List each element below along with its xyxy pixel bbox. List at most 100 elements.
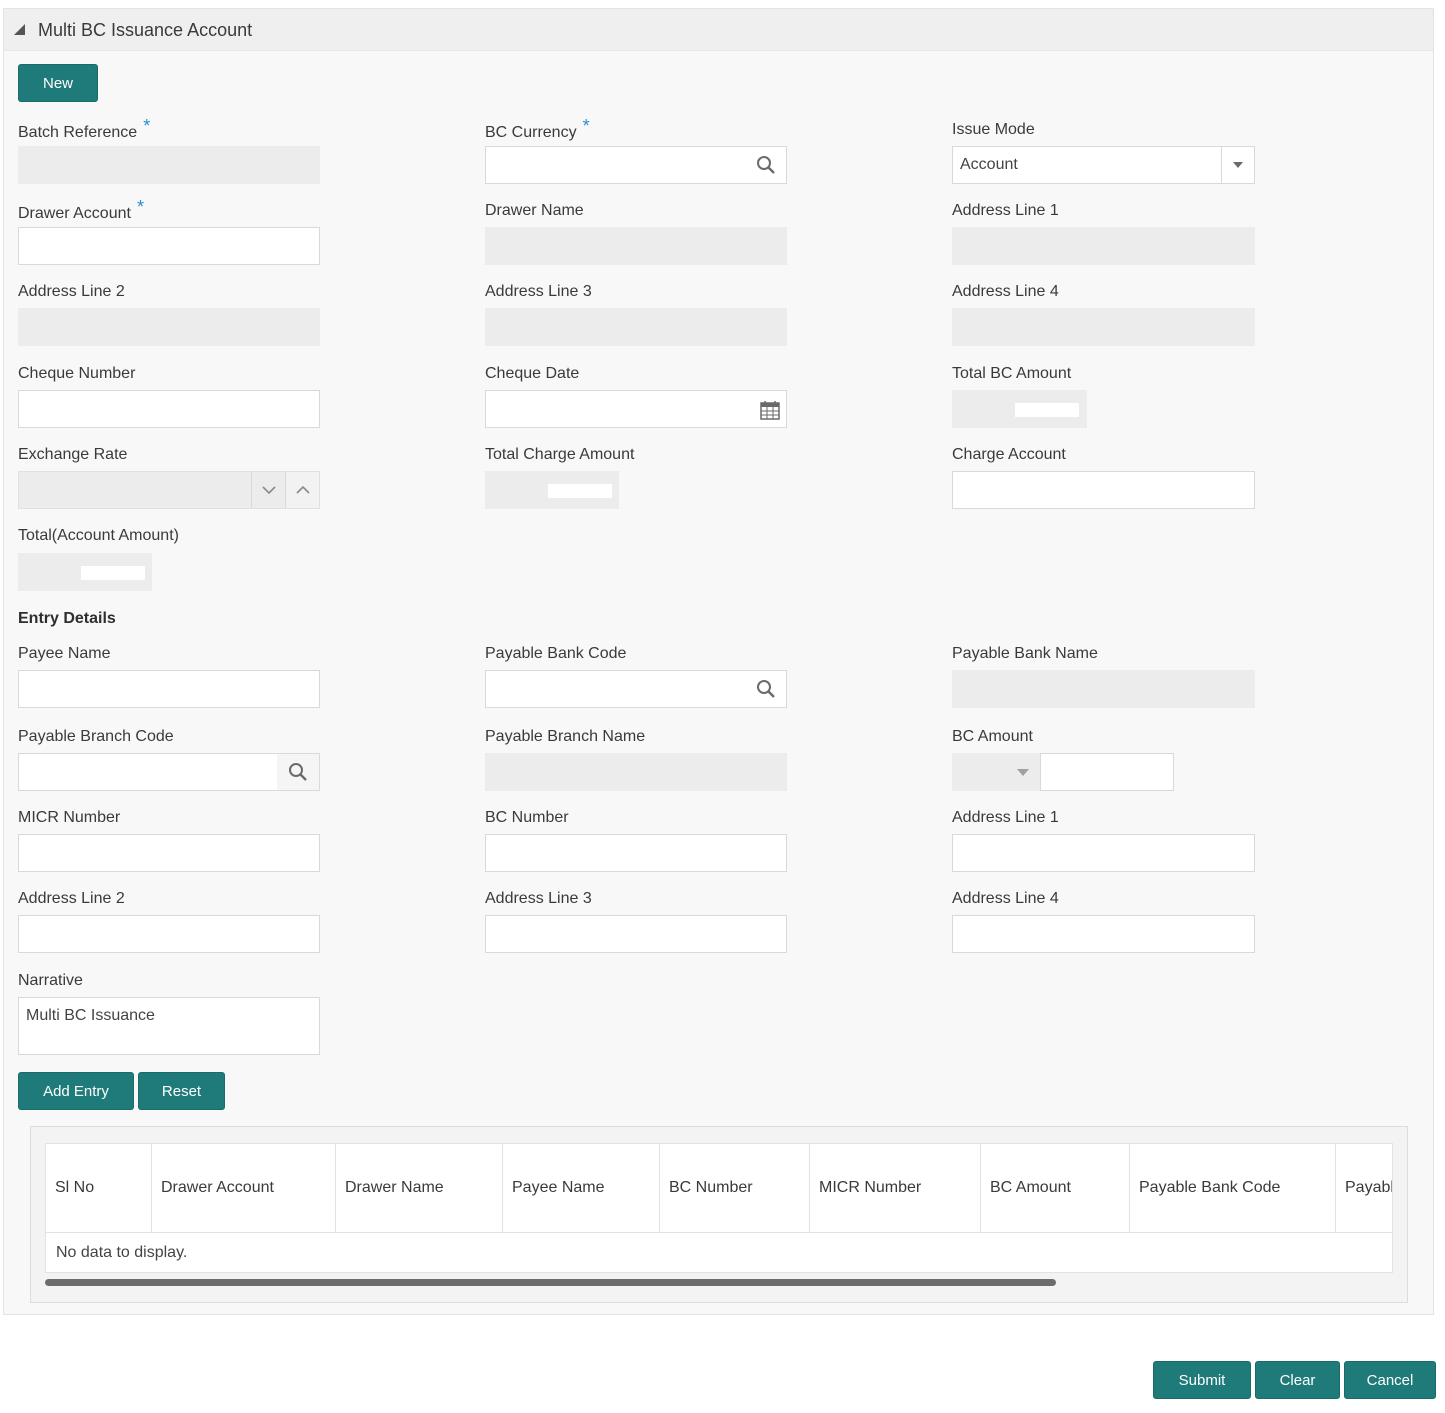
required-marker: * <box>143 116 151 136</box>
bc-currency-field[interactable] <box>485 146 787 184</box>
grid-header-row: Sl No Drawer Account Drawer Name Payee N… <box>46 1144 1392 1233</box>
address-line-1-label: Address Line 1 <box>952 202 1059 219</box>
horizontal-scrollbar[interactable] <box>45 1279 1393 1286</box>
exchange-rate-field[interactable] <box>18 471 320 509</box>
collapse-triangle-icon[interactable] <box>14 24 25 35</box>
entry-address-line-3-label: Address Line 3 <box>485 890 592 907</box>
calendar-icon[interactable] <box>760 400 780 420</box>
payable-bank-name-label: Payable Bank Name <box>952 645 1098 662</box>
decrement-button[interactable] <box>251 472 285 508</box>
total-charge-amount-field <box>485 471 619 509</box>
batch-reference-label: Batch Reference * <box>18 116 151 141</box>
search-icon[interactable] <box>756 155 776 175</box>
bc-amount-field[interactable] <box>1040 753 1174 791</box>
bc-amount-label: BC Amount <box>952 728 1033 745</box>
entry-address-line-2-label: Address Line 2 <box>18 890 125 907</box>
entry-details-title: Entry Details <box>18 610 116 627</box>
cancel-button[interactable]: Cancel <box>1344 1361 1436 1399</box>
column-header-drawer-name[interactable]: Drawer Name <box>336 1144 503 1232</box>
reset-button[interactable]: Reset <box>138 1072 225 1110</box>
drawer-account-field[interactable] <box>18 227 320 265</box>
address-line-2-field <box>18 308 320 346</box>
chevron-down-icon <box>1233 162 1243 168</box>
cheque-number-field[interactable] <box>18 390 320 428</box>
narrative-textarea[interactable]: Multi BC Issuance <box>18 997 320 1055</box>
entries-grid: Sl No Drawer Account Drawer Name Payee N… <box>45 1143 1393 1273</box>
total-bc-amount-label: Total BC Amount <box>952 365 1072 382</box>
charge-account-field[interactable] <box>952 471 1255 509</box>
drawer-name-label: Drawer Name <box>485 202 584 219</box>
chevron-down-icon <box>1017 769 1029 776</box>
search-icon[interactable] <box>756 679 776 699</box>
required-marker: * <box>136 197 144 217</box>
issue-mode-select[interactable]: Account <box>952 146 1255 184</box>
submit-button[interactable]: Submit <box>1153 1361 1251 1399</box>
masked-amount <box>548 484 612 498</box>
address-line-1-field <box>952 227 1255 265</box>
column-header-micr-number[interactable]: MICR Number <box>810 1144 981 1232</box>
select-toggle[interactable] <box>1221 147 1254 183</box>
increment-button[interactable] <box>285 472 319 508</box>
entry-address-line-1-label: Address Line 1 <box>952 809 1059 826</box>
total-bc-amount-field <box>952 390 1087 428</box>
micr-number-label: MICR Number <box>18 809 121 826</box>
column-header-payable-bank-code[interactable]: Payable Bank Code <box>1130 1144 1336 1232</box>
total-charge-amount-label: Total Charge Amount <box>485 446 635 463</box>
empty-message: No data to display. <box>56 1244 188 1261</box>
micr-number-field[interactable] <box>18 834 320 872</box>
add-entry-button[interactable]: Add Entry <box>18 1072 134 1110</box>
payable-branch-name-field <box>485 753 787 791</box>
column-header-bc-number[interactable]: BC Number <box>660 1144 810 1232</box>
cheque-date-field[interactable] <box>485 390 787 428</box>
cheque-date-label: Cheque Date <box>485 365 580 382</box>
entry-address-line-2-field[interactable] <box>18 915 320 953</box>
total-account-amount-field <box>18 553 152 591</box>
chevron-up-icon <box>296 485 310 494</box>
masked-amount <box>1015 403 1079 417</box>
column-header-drawer-account[interactable]: Drawer Account <box>152 1144 336 1232</box>
scrollbar-thumb[interactable] <box>45 1279 1056 1286</box>
entries-grid-container: Sl No Drawer Account Drawer Name Payee N… <box>30 1126 1408 1303</box>
issue-mode-label: Issue Mode <box>952 121 1035 138</box>
payable-bank-code-field[interactable] <box>485 670 787 708</box>
column-header-bc-amount[interactable]: BC Amount <box>981 1144 1130 1232</box>
drawer-account-label: Drawer Account * <box>18 197 144 222</box>
search-icon <box>289 763 307 781</box>
bc-number-field[interactable] <box>485 834 787 872</box>
payee-name-field[interactable] <box>18 670 320 708</box>
payable-bank-name-field <box>952 670 1255 708</box>
multi-bc-issuance-panel: Multi BC Issuance Account <box>3 8 1434 1315</box>
charge-account-label: Charge Account <box>952 446 1066 463</box>
batch-reference-field <box>18 146 320 184</box>
column-header-sl-no[interactable]: Sl No <box>46 1144 152 1232</box>
panel-header[interactable]: Multi BC Issuance Account <box>4 9 1433 51</box>
address-line-4-label: Address Line 4 <box>952 283 1059 300</box>
entry-address-line-4-field[interactable] <box>952 915 1255 953</box>
exchange-rate-label: Exchange Rate <box>18 446 128 463</box>
payable-branch-code-label: Payable Branch Code <box>18 728 174 745</box>
new-button[interactable]: New <box>18 64 98 102</box>
search-button[interactable] <box>277 754 319 790</box>
payable-bank-code-label: Payable Bank Code <box>485 645 627 662</box>
narrative-label: Narrative <box>18 972 83 989</box>
column-header-payee-name[interactable]: Payee Name <box>503 1144 660 1232</box>
payee-name-label: Payee Name <box>18 645 111 662</box>
entry-address-line-4-label: Address Line 4 <box>952 890 1059 907</box>
total-account-amount-label: Total(Account Amount) <box>18 527 179 544</box>
payable-branch-name-label: Payable Branch Name <box>485 728 646 745</box>
drawer-name-field <box>485 227 787 265</box>
masked-amount <box>81 566 145 580</box>
entry-address-line-3-field[interactable] <box>485 915 787 953</box>
bc-amount-currency-select[interactable] <box>952 753 1040 791</box>
bc-number-label: BC Number <box>485 809 569 826</box>
entry-address-line-1-field[interactable] <box>952 834 1255 872</box>
bc-currency-label: BC Currency * <box>485 116 590 141</box>
column-header-payable-truncated[interactable]: Payabl <box>1336 1144 1392 1232</box>
address-line-3-field <box>485 308 787 346</box>
clear-button[interactable]: Clear <box>1255 1361 1340 1399</box>
panel-title: Multi BC Issuance Account <box>38 20 253 40</box>
required-marker: * <box>582 116 590 136</box>
payable-branch-code-field[interactable] <box>18 753 320 791</box>
address-line-4-field <box>952 308 1255 346</box>
cheque-number-label: Cheque Number <box>18 365 136 382</box>
